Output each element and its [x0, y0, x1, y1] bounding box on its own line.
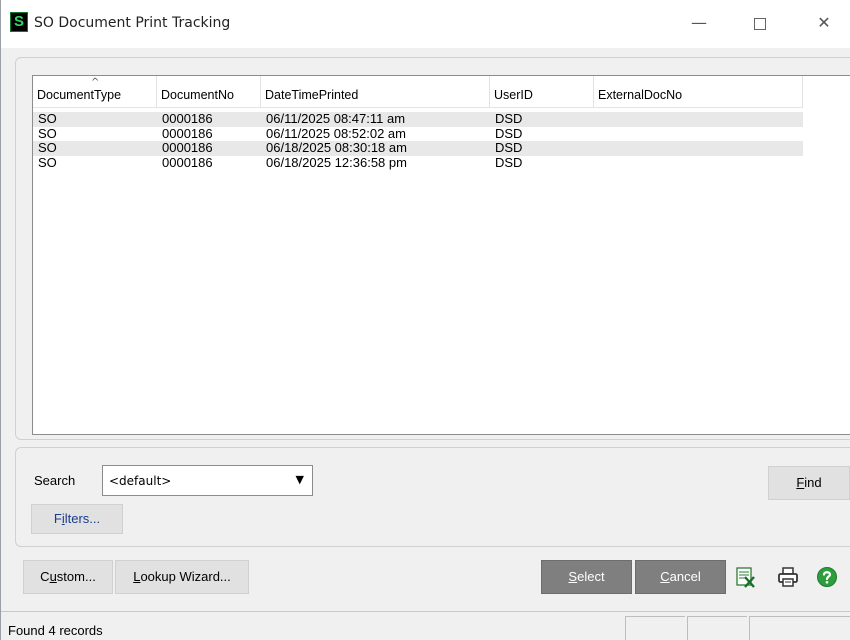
- title-bar[interactable]: S SO Document Print Tracking — ✕: [1, 0, 850, 48]
- status-pane: [749, 616, 850, 640]
- cell-userid: DSD: [495, 111, 523, 126]
- table-row[interactable]: SO 0000186 06/18/2025 08:30:18 am DSD: [33, 141, 803, 156]
- select-button[interactable]: Select: [541, 560, 632, 594]
- results-panel: ^ DocumentType DocumentNo DateTimePrinte…: [15, 57, 850, 440]
- search-combo[interactable]: <default> ▼: [102, 465, 313, 496]
- filters-button[interactable]: Filters...: [31, 504, 123, 534]
- column-header-datetimeprinted[interactable]: DateTimePrinted: [261, 76, 490, 108]
- cell-documentno: 0000186: [162, 140, 213, 155]
- column-header-documenttype[interactable]: ^ DocumentType: [33, 76, 157, 108]
- minimize-button[interactable]: —: [676, 8, 722, 38]
- search-label: Search: [34, 473, 76, 488]
- search-combo-value: <default>: [109, 474, 172, 488]
- cell-externaldocno: [594, 112, 599, 126]
- window-title: SO Document Print Tracking: [34, 15, 231, 31]
- cell-externaldocno: [594, 141, 599, 155]
- lookup-window: S SO Document Print Tracking — ✕ ^ Docum…: [0, 0, 850, 640]
- status-pane: [687, 616, 747, 640]
- grid-header: ^ DocumentType DocumentNo DateTimePrinte…: [33, 76, 803, 108]
- cancel-button[interactable]: Cancel: [635, 560, 726, 594]
- help-icon[interactable]: [816, 566, 838, 588]
- cell-datetimeprinted: 06/18/2025 08:30:18 am: [266, 140, 407, 155]
- custom-button[interactable]: Custom...: [23, 560, 113, 594]
- cell-documenttype: SO: [38, 111, 57, 126]
- table-row[interactable]: SO 0000186 06/18/2025 12:36:58 pm DSD: [33, 154, 803, 171]
- find-button[interactable]: Find: [768, 466, 850, 500]
- cell-datetimeprinted: 06/11/2025 08:47:11 am: [266, 111, 406, 126]
- cell-datetimeprinted: 06/11/2025 08:52:02 am: [266, 125, 406, 141]
- cell-userid: DSD: [495, 140, 523, 155]
- status-bar: Found 4 records: [1, 611, 850, 640]
- sort-ascending-icon: ^: [91, 77, 100, 88]
- cell-documentno: 0000186: [162, 125, 213, 141]
- maximize-button[interactable]: [737, 8, 783, 38]
- cell-documentno: 0000186: [162, 111, 213, 126]
- cell-externaldocno: [594, 127, 599, 141]
- search-panel: [15, 447, 850, 547]
- column-header-externaldocno[interactable]: ExternalDocNo: [594, 76, 803, 108]
- close-button[interactable]: ✕: [801, 8, 847, 38]
- status-text: Found 4 records: [8, 623, 103, 638]
- cell-datetimeprinted: 06/18/2025 12:36:58 pm: [266, 154, 407, 170]
- cell-documentno: 0000186: [162, 154, 213, 170]
- status-pane: [625, 616, 685, 640]
- cell-externaldocno: [594, 156, 599, 170]
- table-row[interactable]: SO 0000186 06/11/2025 08:52:02 am DSD: [33, 125, 803, 142]
- column-header-userid[interactable]: UserID: [490, 76, 594, 108]
- cell-userid: DSD: [495, 154, 523, 170]
- printer-icon[interactable]: [777, 566, 799, 588]
- excel-export-icon[interactable]: [734, 566, 756, 588]
- cell-documenttype: SO: [38, 125, 57, 141]
- cell-userid: DSD: [495, 125, 523, 141]
- lookup-wizard-button[interactable]: Lookup Wizard...: [115, 560, 249, 594]
- dropdown-arrow-icon[interactable]: ▼: [296, 473, 304, 486]
- cell-documenttype: SO: [38, 140, 57, 155]
- table-row[interactable]: SO 0000186 06/11/2025 08:47:11 am DSD: [33, 112, 803, 127]
- sage-app-icon: S: [10, 12, 28, 32]
- column-header-documentno[interactable]: DocumentNo: [157, 76, 261, 108]
- results-grid[interactable]: ^ DocumentType DocumentNo DateTimePrinte…: [32, 75, 850, 435]
- maximize-icon: [754, 17, 766, 30]
- cell-documenttype: SO: [38, 154, 57, 170]
